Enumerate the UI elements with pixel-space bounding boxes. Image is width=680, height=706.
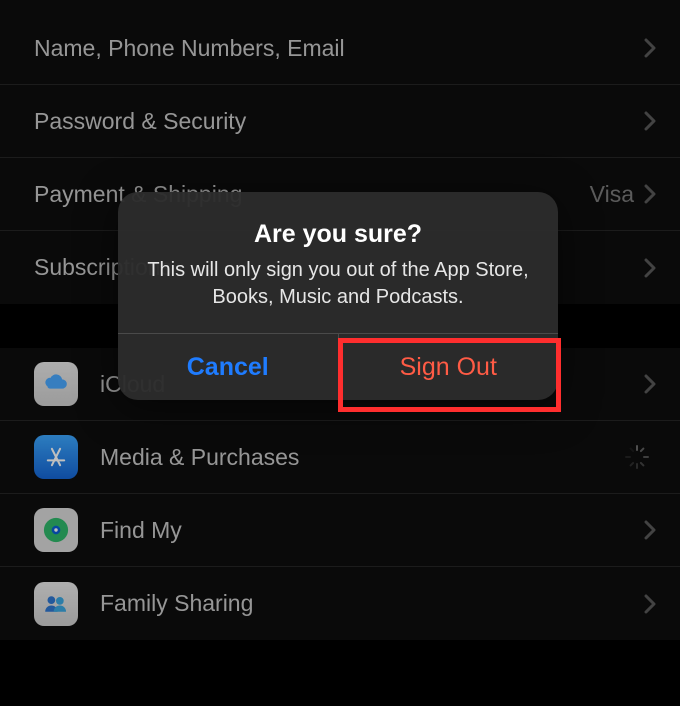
cancel-button[interactable]: Cancel [118, 334, 339, 400]
alert-buttons: Cancel Sign Out [118, 333, 558, 400]
alert-body: Are you sure? This will only sign you ou… [118, 192, 558, 333]
confirm-signout-alert: Are you sure? This will only sign you ou… [118, 192, 558, 400]
signout-button[interactable]: Sign Out [339, 334, 559, 400]
modal-backdrop: Are you sure? This will only sign you ou… [0, 0, 680, 706]
alert-message: This will only sign you out of the App S… [140, 257, 536, 311]
alert-title: Are you sure? [140, 220, 536, 249]
settings-screen: Name, Phone Numbers, Email Password & Se… [0, 0, 680, 706]
